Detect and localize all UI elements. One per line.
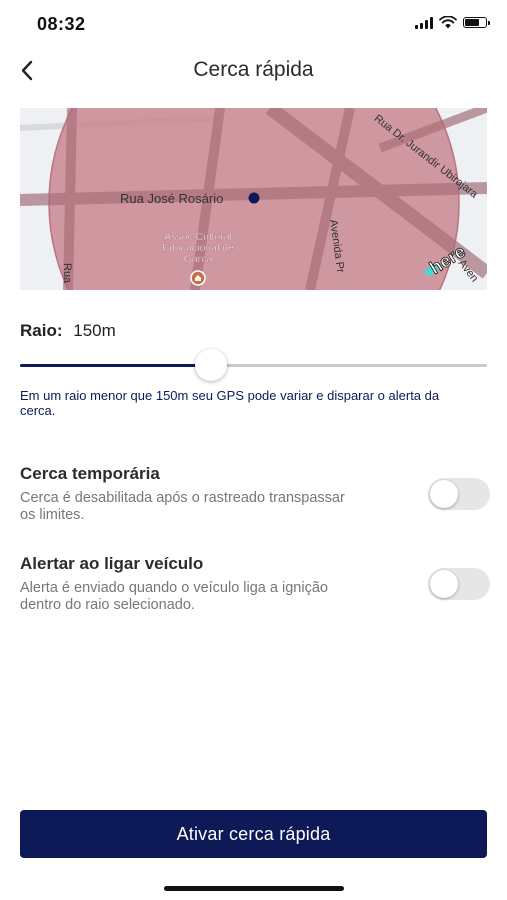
battery-level <box>465 19 479 26</box>
page-title: Cerca rápida <box>193 58 314 81</box>
status-bar: 08:32 <box>0 0 507 46</box>
option-temporary-fence: Cerca temporária Cerca é desabilitada ap… <box>20 464 490 524</box>
option-description: Cerca é desabilitada após o rastreado tr… <box>20 490 345 523</box>
toggle-knob <box>430 480 458 508</box>
street-label-main: Rua José Rosário <box>120 191 223 206</box>
battery-icon <box>463 17 490 28</box>
home-indicator[interactable] <box>164 886 344 891</box>
radius-slider[interactable] <box>20 348 487 382</box>
toggle-knob <box>430 570 458 598</box>
radius-row: Raio: 150m <box>20 321 116 341</box>
radius-hint: Em um raio menor que 150m seu GPS pode v… <box>20 388 440 418</box>
status-time: 08:32 <box>37 14 86 34</box>
wifi-icon <box>439 16 457 29</box>
option-title: Alertar ao ligar veículo <box>20 554 204 573</box>
vehicle-location-marker <box>248 192 260 204</box>
map-view[interactable]: Rua José Rosário Rua Dr. Jurandir Ubiraj… <box>20 108 487 290</box>
option-description: Alerta é enviado quando o veículo liga a… <box>20 580 328 613</box>
activate-fence-button[interactable]: Ativar cerca rápida <box>20 810 487 858</box>
radius-label: Raio: <box>20 321 63 340</box>
cellular-signal-icon <box>415 16 433 29</box>
street-label-left-edge: Rua <box>61 263 73 284</box>
nav-bar: Cerca rápida <box>0 46 507 96</box>
option-ignition-alert: Alertar ao ligar veículo Alerta é enviad… <box>20 554 490 614</box>
option-title: Cerca temporária <box>20 464 160 483</box>
radius-value: 150m <box>73 321 116 340</box>
slider-thumb[interactable] <box>195 349 228 381</box>
status-icons <box>415 16 490 29</box>
slider-fill <box>20 364 212 367</box>
temporary-fence-toggle[interactable] <box>428 478 490 510</box>
svg-text:Garça: Garça <box>184 253 213 265</box>
ignition-alert-toggle[interactable] <box>428 568 490 600</box>
poi-marker-icon[interactable] <box>190 270 206 286</box>
map-canvas[interactable]: Rua José Rosário Rua Dr. Jurandir Ubiraj… <box>20 108 487 290</box>
